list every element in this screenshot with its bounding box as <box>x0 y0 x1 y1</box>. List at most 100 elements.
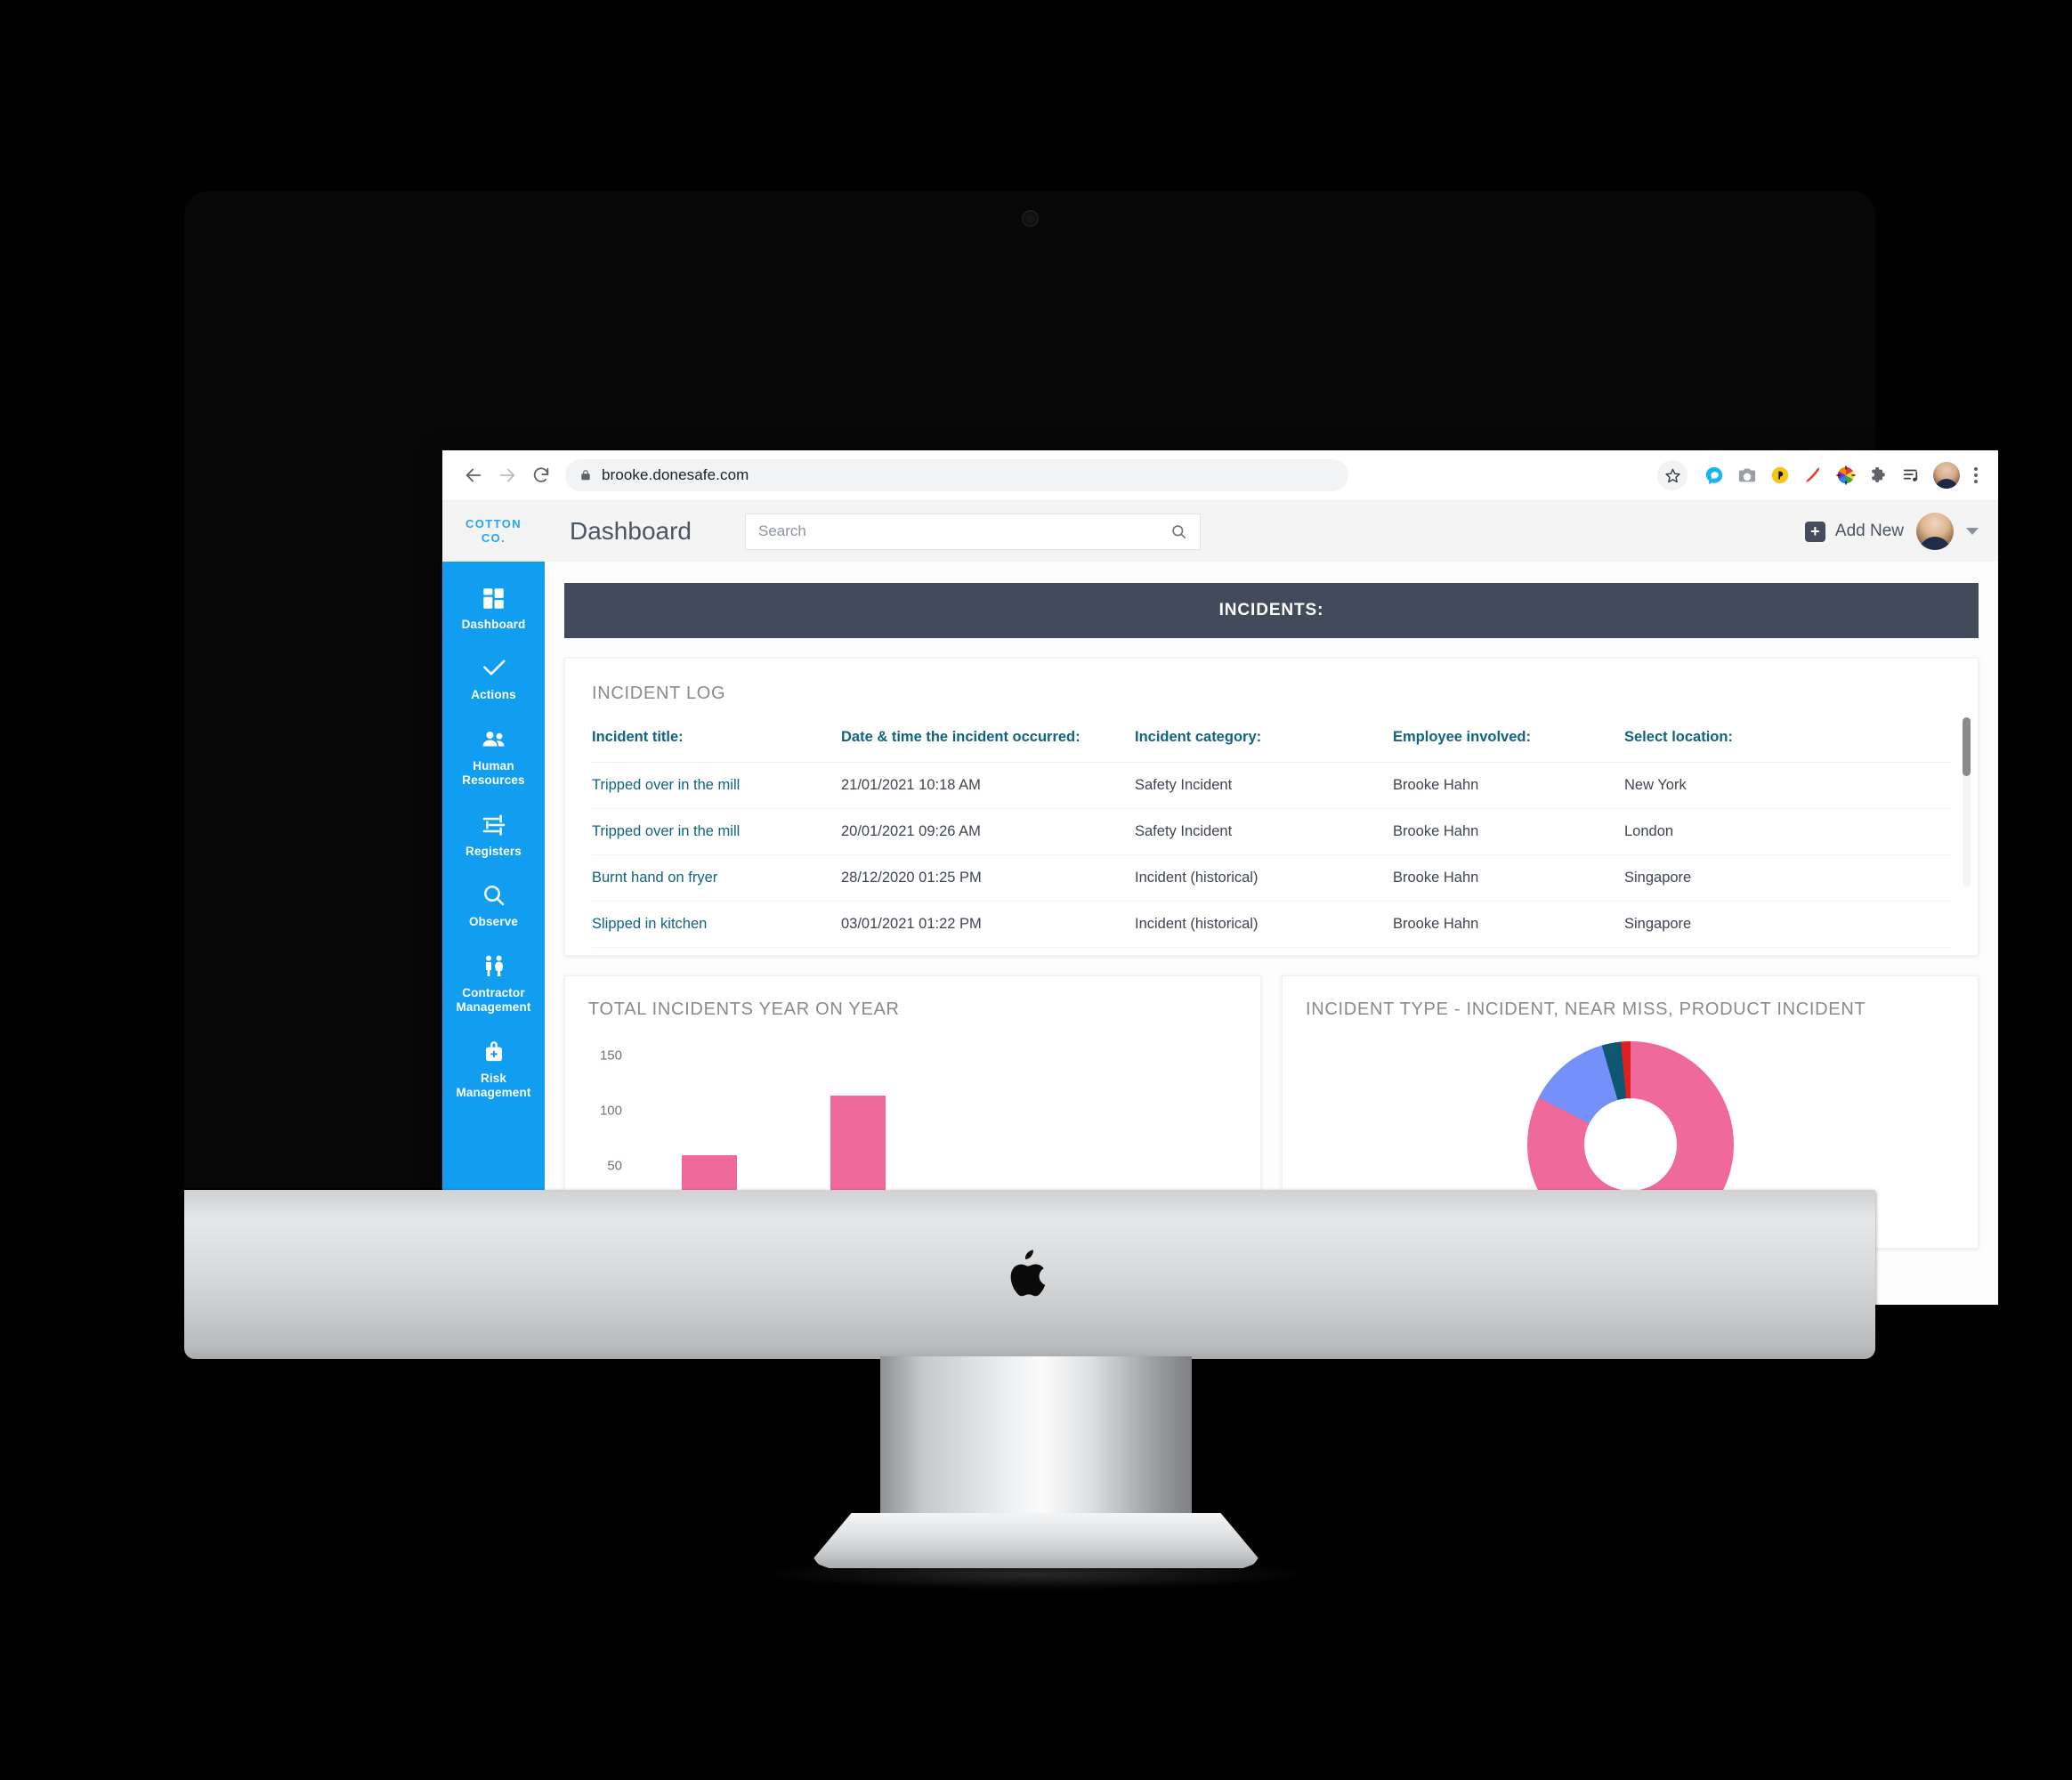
sidebar-item-label: Risk Management <box>456 1071 531 1100</box>
incidents-banner: INCIDENTS: <box>564 583 1979 638</box>
browser-toolbar: brooke.donesafe.com <box>442 450 1998 501</box>
cell-employee: Brooke Hahn <box>1393 901 1624 948</box>
screenshot-camera-extension-icon[interactable] <box>1732 460 1762 490</box>
bookmark-star-icon[interactable] <box>1657 460 1688 490</box>
sidebar-item-contractor-management[interactable]: Contractor Management <box>442 943 545 1028</box>
sidebar-item-label: Human Resources <box>462 758 525 788</box>
bar-chart-y-tick: 100 <box>599 1103 622 1119</box>
sidebar-item-label: Observe <box>468 915 519 929</box>
brand-logo-line2: CO. <box>481 531 506 545</box>
people-icon <box>481 726 507 753</box>
cell-location: Singapore <box>1624 901 1951 948</box>
imac-mockup: brooke.donesafe.com COTTON CO. Dashboard… <box>0 0 2072 1780</box>
lock-icon <box>579 468 592 482</box>
scrollbar[interactable] <box>1963 717 1971 886</box>
sidebar-item-registers[interactable]: Registers <box>442 801 545 871</box>
donut-hole <box>1583 1098 1677 1191</box>
sidebar-item-observe[interactable]: Observe <box>442 871 545 942</box>
cell-datetime: 20/01/2021 09:26 AM <box>841 808 1135 855</box>
cell-location: New York <box>1624 762 1951 809</box>
monitor-bezel: brooke.donesafe.com COTTON CO. Dashboard… <box>184 191 1998 1305</box>
column-header-incident-title[interactable]: Incident title: <box>592 729 841 763</box>
browser-window: brooke.donesafe.com COTTON CO. Dashboard… <box>442 450 1998 1305</box>
sidebar-item-actions[interactable]: Actions <box>442 644 545 715</box>
webcam-icon <box>1024 212 1037 225</box>
cell-location: London <box>1624 808 1951 855</box>
cell-employee: Brooke Hahn <box>1393 854 1624 902</box>
column-header-employee[interactable]: Employee involved: <box>1393 729 1624 763</box>
search-box[interactable] <box>744 513 1201 550</box>
chevron-down-icon[interactable] <box>1966 528 1979 535</box>
add-new-label: Add New <box>1834 522 1904 540</box>
browser-toolbar-right <box>1657 460 1986 490</box>
cell-employee: Brooke Hahn <box>1393 762 1624 809</box>
grid-dashboard-icon <box>482 585 506 611</box>
donut-chart-title: INCIDENT TYPE - INCIDENT, NEAR MISS, PRO… <box>1306 999 1866 1019</box>
table-row[interactable]: Slipped in kitchen 03/01/2021 01:22 PM I… <box>592 901 1951 948</box>
playlist-extension-icon[interactable] <box>1897 460 1927 490</box>
cell-employee: Brooke Hahn <box>1393 808 1624 855</box>
sidebar-item-risk-management[interactable]: Risk Management <box>442 1028 545 1113</box>
add-new-button[interactable]: + Add New <box>1804 521 1904 542</box>
magnifier-icon <box>482 882 506 909</box>
cell-category: Incident (historical) <box>1135 854 1393 902</box>
table-header-row: Incident title: Date & time the incident… <box>592 729 1951 763</box>
grammarly-extension-icon[interactable] <box>1798 460 1828 490</box>
table-row[interactable]: Burnt hand on fryer 28/12/2020 01:25 PM … <box>592 854 1951 902</box>
incident-log-card: INCIDENT LOG Incident title: Date & time… <box>564 658 1979 956</box>
cell-incident-title[interactable]: Slipped in kitchen <box>592 901 841 948</box>
column-header-location[interactable]: Select location: <box>1624 729 1951 763</box>
cell-datetime: 21/01/2021 10:18 AM <box>841 762 1135 809</box>
lock-briefcase-icon <box>482 1039 506 1065</box>
header-right: + Add New <box>1804 501 1998 562</box>
honey-extension-icon[interactable] <box>1765 460 1795 490</box>
puzzle-extensions-icon[interactable] <box>1864 460 1894 490</box>
cell-incident-title[interactable]: Tripped over in the mill <box>592 808 841 855</box>
arrow-left-icon[interactable] <box>457 458 490 492</box>
avatar[interactable] <box>1916 513 1954 550</box>
sliders-icon <box>482 812 506 838</box>
url-text: brooke.donesafe.com <box>602 466 749 483</box>
check-icon <box>481 655 507 682</box>
search-input[interactable] <box>757 522 1170 540</box>
cell-incident-title[interactable]: Tripped over in the mill <box>592 762 841 809</box>
sidebar-item-dashboard[interactable]: Dashboard <box>442 574 545 644</box>
monitor-foot <box>811 1513 1261 1568</box>
sidebar-item-label: Contractor Management <box>456 985 531 1015</box>
sidebar-item-label: Dashboard <box>461 618 526 631</box>
bar-chart-y-tick: 50 <box>607 1158 622 1174</box>
arrow-right-icon[interactable] <box>490 458 524 492</box>
three-dot-menu-icon[interactable] <box>1966 467 1986 483</box>
cell-category: Safety Incident <box>1135 808 1393 855</box>
column-header-category[interactable]: Incident category: <box>1135 729 1393 763</box>
apple-logo-icon <box>1010 1250 1046 1297</box>
cell-category: Incident (historical) <box>1135 901 1393 948</box>
two-persons-icon <box>482 953 506 980</box>
cell-location: Singapore <box>1624 854 1951 902</box>
search-wrapper <box>744 501 1201 562</box>
column-header-datetime[interactable]: Date & time the incident occurred: <box>841 729 1135 763</box>
bar-chart-y-tick: 150 <box>599 1048 622 1064</box>
sidebar-item-label: Actions <box>471 688 516 702</box>
sidebar-item-label: Registers <box>465 844 522 858</box>
messenger-extension-icon[interactable] <box>1699 460 1729 490</box>
app-header: COTTON CO. Dashboard + Add New <box>442 501 1998 562</box>
cell-datetime: 03/01/2021 01:22 PM <box>841 901 1135 948</box>
table-row[interactable]: Tripped over in the mill 20/01/2021 09:2… <box>592 808 1951 855</box>
cell-incident-title[interactable]: Burnt hand on fryer <box>592 854 841 902</box>
browser-profile-avatar[interactable] <box>1933 462 1960 489</box>
cell-category: Safety Incident <box>1135 762 1393 809</box>
plus-square-icon: + <box>1804 521 1825 542</box>
sidebar-item-human-resources[interactable]: Human Resources <box>442 716 545 801</box>
color-picker-extension-icon[interactable] <box>1831 460 1861 490</box>
table-row[interactable]: Tripped over in the mill 21/01/2021 10:1… <box>592 762 1951 809</box>
incident-log-table: Incident title: Date & time the incident… <box>592 729 1951 948</box>
search-icon[interactable] <box>1170 523 1187 540</box>
bar-chart-title: TOTAL INCIDENTS YEAR ON YEAR <box>588 999 900 1019</box>
address-bar[interactable]: brooke.donesafe.com <box>565 459 1348 491</box>
cell-datetime: 28/12/2020 01:25 PM <box>841 854 1135 902</box>
reload-icon[interactable] <box>524 458 558 492</box>
brand-logo[interactable]: COTTON CO. <box>442 501 545 562</box>
page-title: Dashboard <box>570 517 692 545</box>
monitor-chin <box>184 1190 1875 1359</box>
